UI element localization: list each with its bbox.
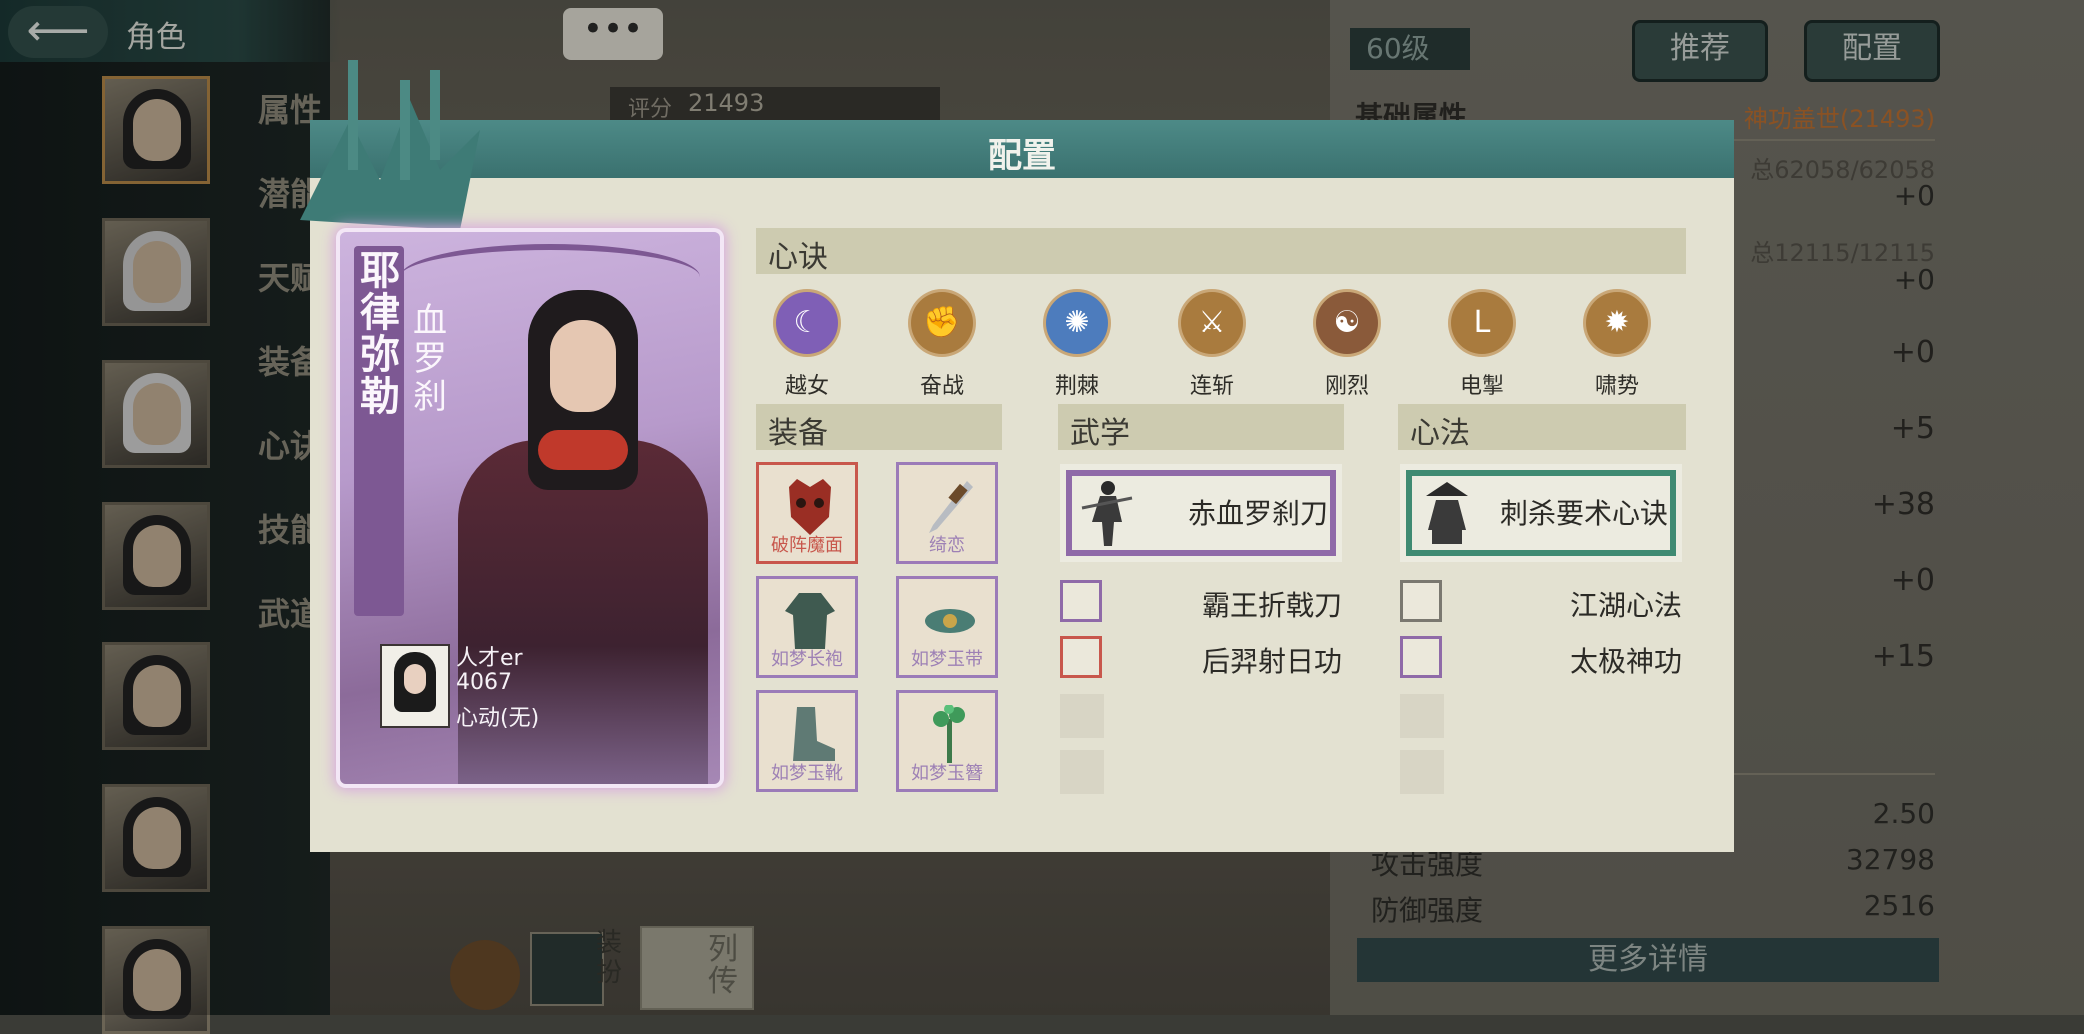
heart-status: 心动(无) xyxy=(456,706,540,731)
xinfa-main-name: 刺杀要术心诀 xyxy=(1499,497,1668,530)
xinjue-item[interactable]: ✹ 啸势 xyxy=(1572,292,1662,402)
archery-skill-icon xyxy=(1060,636,1102,678)
character-name: 耶律弥勒 xyxy=(360,248,400,420)
dagger-icon xyxy=(929,481,973,533)
empty-slot[interactable] xyxy=(1060,750,1104,794)
martial-figure-icon xyxy=(1081,481,1133,546)
meditation-icon xyxy=(1400,580,1442,622)
mask-icon xyxy=(789,479,831,535)
section-header-equip: 装备 xyxy=(756,404,1002,451)
xinfa-item[interactable]: 江湖心法 xyxy=(1400,580,1682,626)
xinjue-item[interactable]: ✊ 奋战 xyxy=(897,292,987,402)
config-modal: 配置 耶律弥勒 血罗刹 人才er 4067 心动(无) 心诀 ☾ 越女 ✊ 奋战 ✺… xyxy=(300,60,1734,852)
equip-slot-belt[interactable]: 如梦玉带 xyxy=(896,576,998,678)
avatar[interactable] xyxy=(380,644,450,728)
player-id: 4067 xyxy=(456,670,512,695)
xinjue-item[interactable]: L 电掣 xyxy=(1437,292,1527,402)
player-name: 人才er xyxy=(456,646,523,671)
assassin-figure-icon xyxy=(1426,482,1468,544)
xinjue-item[interactable]: ✺ 荆棘 xyxy=(1032,292,1122,402)
equip-slot-weapon[interactable]: 绮恋 xyxy=(896,462,998,564)
boots-icon xyxy=(793,707,835,761)
empty-slot[interactable] xyxy=(1400,750,1444,794)
section-header-xinfa: 心法 xyxy=(1398,404,1686,451)
xinfa-main-slot[interactable]: 刺杀要术心诀 xyxy=(1400,464,1682,562)
xinfa-item[interactable]: 太极神功 xyxy=(1400,636,1682,682)
hairpin-icon xyxy=(933,705,965,763)
wuxue-item[interactable]: 霸王折戟刀 xyxy=(1060,580,1342,626)
taiji-icon xyxy=(1400,636,1442,678)
empty-slot[interactable] xyxy=(1060,694,1104,738)
modal-title: 配置 xyxy=(988,136,1056,176)
equip-slot-head[interactable]: 破阵魔面 xyxy=(756,462,858,564)
empty-slot[interactable] xyxy=(1400,694,1444,738)
xinjue-item[interactable]: ☾ 越女 xyxy=(762,292,852,402)
robe-icon xyxy=(785,593,835,649)
character-card: 耶律弥勒 血罗刹 人才er 4067 心动(无) xyxy=(340,232,720,784)
xinjue-item[interactable]: ⚔ 连斩 xyxy=(1167,292,1257,402)
section-header-wuxue: 武学 xyxy=(1058,404,1344,451)
belt-icon xyxy=(925,609,975,633)
flag-decoration-icon xyxy=(300,60,480,230)
modal-header: 配置 xyxy=(310,120,1734,178)
martial-skill-icon xyxy=(1060,580,1102,622)
wuxue-main-name: 赤血罗刹刀 xyxy=(1187,497,1328,530)
equip-slot-robe[interactable]: 如梦长袍 xyxy=(756,576,858,678)
equip-slot-boots[interactable]: 如梦玉靴 xyxy=(756,690,858,792)
wuxue-main-slot[interactable]: 赤血罗刹刀 xyxy=(1060,464,1342,562)
wuxue-item[interactable]: 后羿射日功 xyxy=(1060,636,1342,682)
equip-slot-accessory[interactable]: 如梦玉簪 xyxy=(896,690,998,792)
xinjue-item[interactable]: ☯ 刚烈 xyxy=(1302,292,1392,402)
section-header-xinjue: 心诀 xyxy=(756,228,1686,275)
